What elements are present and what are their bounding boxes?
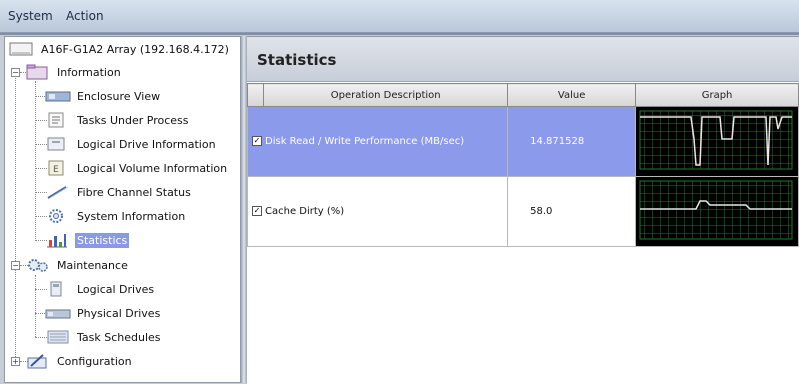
tree-item-label: Logical Drives [77, 282, 155, 296]
row-description: Cache Dirty (%) [265, 206, 345, 217]
tree-item-label: Logical Volume Information [77, 161, 228, 175]
tree-item-enclosure-view[interactable]: Enclosure View [45, 86, 162, 106]
fibre-channel-icon [45, 184, 71, 200]
table-row[interactable]: ✓ Disk Read / Write Performance (MB/sec) … [246, 106, 799, 177]
tree-item-label: Fibre Channel Status [77, 185, 191, 199]
tree-item-system-information[interactable]: System Information [45, 206, 187, 226]
separator [0, 33, 799, 35]
statistics-table: Operation Description Value Graph ✓ Disk … [246, 83, 799, 247]
tree-item-label: Information [57, 65, 121, 79]
row-value: 58.0 [507, 176, 637, 247]
array-icon [9, 41, 35, 57]
column-header-description[interactable]: Operation Description [263, 83, 509, 107]
tree-connector [35, 81, 36, 241]
table-row[interactable]: ✓ Cache Dirty (%) 58.0 [246, 176, 799, 247]
tree-connector [35, 275, 36, 337]
tree-item-label: Enclosure View [77, 89, 161, 103]
enclosure-icon [45, 88, 71, 104]
tree-item-task-schedules[interactable]: Task Schedules [45, 327, 163, 347]
tree-item-maintenance[interactable]: Maintenance [25, 255, 130, 275]
tree-item-logical-drive-information[interactable]: Logical Drive Information [45, 134, 218, 154]
menu-bar: System Action [0, 0, 799, 33]
tree-item-physical-drives[interactable]: Physical Drives [45, 303, 162, 323]
tree-item-label: Logical Drive Information [77, 137, 216, 151]
row-graph [635, 176, 799, 247]
row-checkbox[interactable]: ✓ [252, 136, 262, 146]
maintenance-collapse-toggle[interactable]: − [11, 261, 20, 270]
tree-item-label: Maintenance [57, 258, 128, 272]
row-description-cell: ✓ Cache Dirty (%) [246, 176, 509, 247]
row-description: Disk Read / Write Performance (MB/sec) [265, 136, 465, 147]
menu-action[interactable]: Action [66, 9, 104, 23]
tree-item-fibre-channel-status[interactable]: Fibre Channel Status [45, 182, 193, 202]
maintenance-gears-icon [25, 257, 51, 273]
row-description-cell: ✓ Disk Read / Write Performance (MB/sec) [246, 106, 509, 177]
tree-item-label: Physical Drives [77, 306, 161, 320]
tree-item-configuration[interactable]: Configuration [25, 351, 134, 371]
configuration-icon [25, 353, 51, 369]
tree-root[interactable]: A16F-G1A2 Array (192.168.4.172) [9, 39, 231, 59]
information-folder-icon [25, 64, 51, 80]
page-title: Statistics [257, 51, 337, 69]
cache-dirty-graph [639, 180, 793, 240]
tree-item-tasks-under-process[interactable]: Tasks Under Process [45, 110, 191, 130]
tree-root-label: A16F-G1A2 Array (192.168.4.172) [41, 42, 229, 56]
tree-item-label: Tasks Under Process [77, 113, 189, 127]
tree-item-statistics[interactable]: Statistics [45, 230, 130, 250]
table-header-row: Operation Description Value Graph [246, 83, 799, 107]
column-header-graph[interactable]: Graph [635, 83, 799, 107]
logical-volume-info-icon: E [45, 160, 71, 176]
bar-chart-icon [45, 232, 71, 248]
tasks-icon [45, 112, 71, 128]
tree-item-label: System Information [77, 209, 186, 223]
tree-item-label: Configuration [57, 354, 132, 368]
tree-item-logical-volume-information[interactable]: E Logical Volume Information [45, 158, 229, 178]
statistics-header: Statistics [247, 37, 799, 82]
statistics-panel: Statistics Operation Description Value G… [246, 36, 799, 384]
tree-item-label-selected: Statistics [75, 232, 130, 248]
configuration-expand-toggle[interactable]: + [11, 357, 20, 366]
tree-item-label: Task Schedules [77, 330, 161, 344]
tree-item-logical-drives[interactable]: Logical Drives [45, 279, 156, 299]
performance-graph [639, 110, 793, 170]
information-collapse-toggle[interactable]: − [11, 68, 20, 77]
menu-system[interactable]: System [8, 9, 53, 23]
row-graph [635, 106, 799, 177]
row-value: 14.871528 [507, 106, 637, 177]
gear-icon [45, 208, 71, 224]
logical-drive-info-icon [45, 136, 71, 152]
column-header-checkbox [246, 83, 265, 107]
schedule-icon [45, 329, 71, 345]
tree-connector [15, 69, 16, 359]
logical-drives-icon [45, 281, 71, 297]
navigation-tree[interactable]: A16F-G1A2 Array (192.168.4.172) − Inform… [4, 36, 241, 383]
column-header-value[interactable]: Value [507, 83, 637, 107]
tree-item-information[interactable]: Information [25, 62, 123, 82]
row-checkbox[interactable]: ✓ [252, 206, 262, 216]
svg-text:E: E [53, 165, 59, 175]
physical-drives-icon [45, 305, 71, 321]
